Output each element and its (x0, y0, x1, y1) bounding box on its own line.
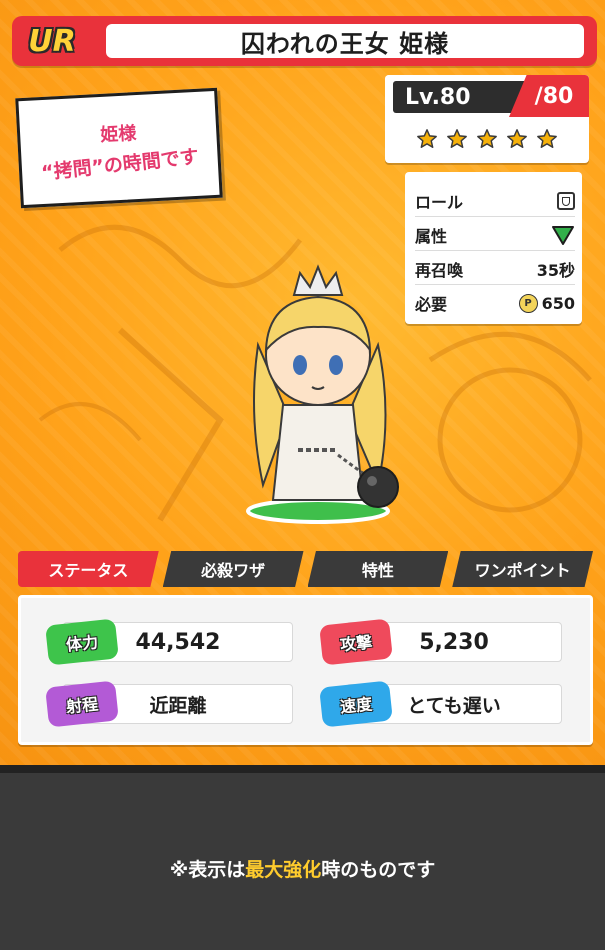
detail-tabs: ステータス 必殺ワザ 特性 ワンポイント (18, 551, 593, 587)
cost-value: 650 (541, 293, 575, 313)
current-level: Lv.80 (393, 81, 527, 113)
hp-badge: 体力 (45, 618, 119, 666)
star-icon (417, 129, 437, 148)
resummon-value: 35秒 (536, 261, 575, 280)
green-down-triangle-icon (552, 226, 574, 245)
logo-line-1: 姫様 (99, 122, 137, 146)
star-icon (477, 129, 497, 148)
cost-label: 必要 (415, 295, 448, 314)
section-divider (0, 765, 605, 773)
role-row: ロール (415, 186, 575, 217)
level-bar: Lv.80 /80 (385, 75, 589, 117)
shield-icon (557, 192, 575, 210)
star-icon (447, 129, 467, 148)
attribute-label: 属性 (415, 227, 448, 246)
note-highlight: 最大強化 (245, 859, 322, 881)
character-name: 囚われの王女 姫様 (106, 24, 584, 58)
resummon-label: 再召喚 (415, 261, 464, 280)
star-rating (385, 119, 589, 159)
level-card: Lv.80 /80 (385, 75, 589, 163)
max-enhancement-note: ※表示は最大強化時のものです (0, 855, 605, 882)
attribute-row: 属性 (415, 220, 575, 251)
character-sprite (246, 264, 399, 524)
note-prefix: ※表示は (169, 859, 246, 881)
star-icon (537, 129, 557, 148)
tab-special-move[interactable]: 必殺ワザ (162, 551, 304, 587)
star-icon (507, 129, 527, 148)
note-suffix: 時のものです (321, 859, 436, 881)
cost-row: 必要 P 650 (415, 288, 575, 318)
logo-line-2: “拷問”の時間です (40, 145, 200, 184)
role-label: ロール (415, 193, 464, 212)
speed-badge: 速度 (319, 680, 393, 728)
attack-badge: 攻撃 (319, 618, 393, 666)
character-stage: UR 囚われの王女 姫様 姫様 “拷問”の時間です Lv.80 /80 ロール … (0, 0, 605, 765)
resummon-row: 再召喚 35秒 (415, 254, 575, 285)
tab-one-point[interactable]: ワンポイント (452, 551, 593, 587)
character-header: UR 囚われの王女 姫様 (12, 16, 597, 66)
rarity-badge: UR (28, 23, 76, 59)
info-card: ロール 属性 再召喚 35秒 必要 P 650 (405, 172, 582, 324)
range-badge: 射程 (45, 680, 119, 728)
status-panel: 44,542 体力 5,230 攻撃 近距離 射程 とても遅い 速度 (18, 595, 593, 745)
tab-status[interactable]: ステータス (18, 551, 159, 587)
p-coin-icon: P (518, 293, 538, 313)
series-logo: 姫様 “拷問”の時間です (15, 87, 223, 209)
tab-traits[interactable]: 特性 (307, 551, 449, 587)
